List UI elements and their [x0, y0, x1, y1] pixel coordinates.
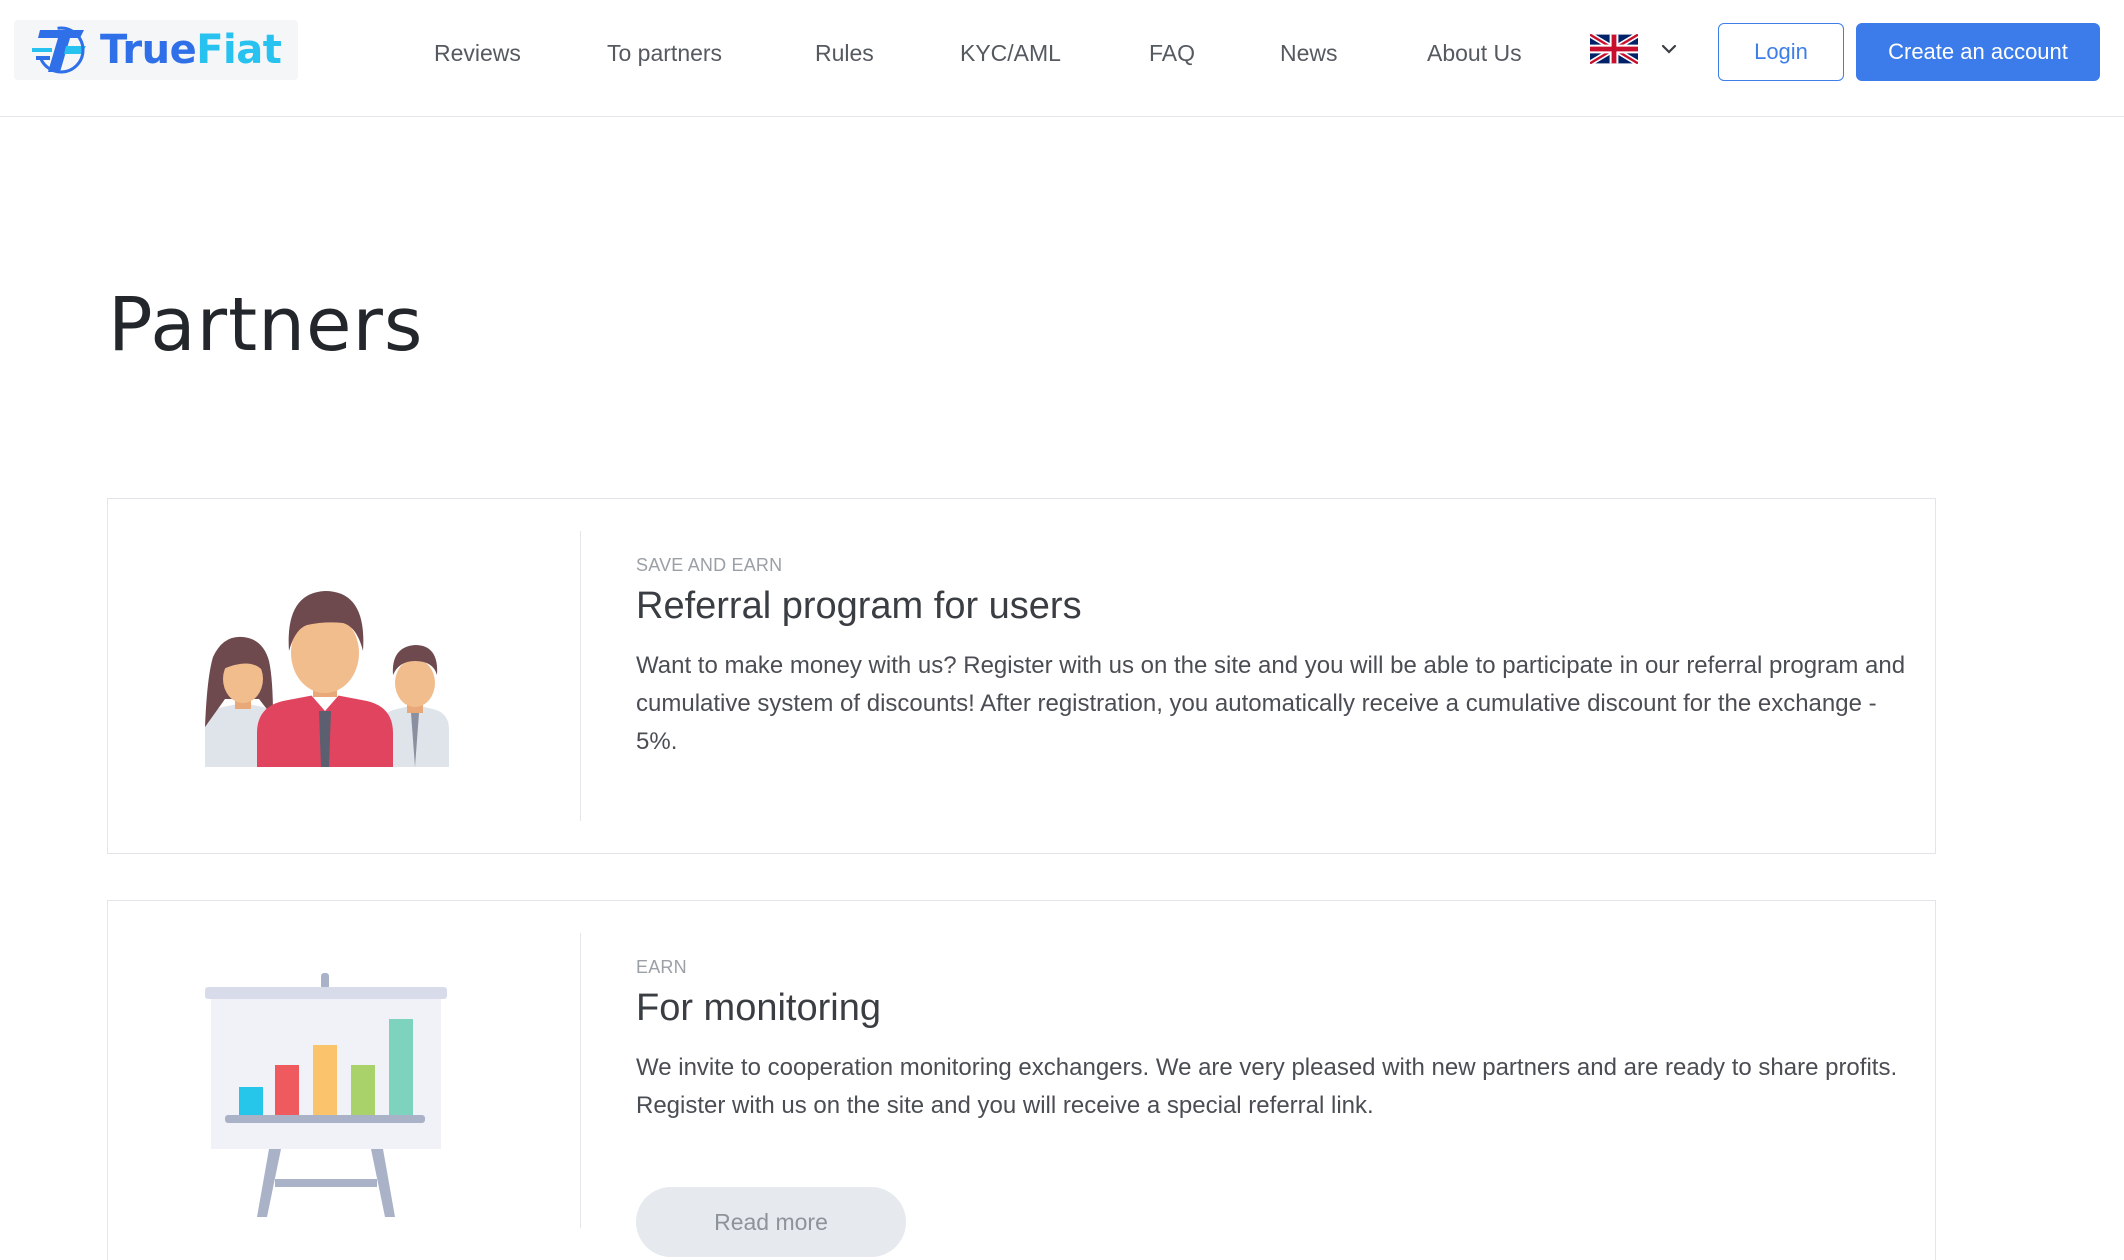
card-title: For monitoring	[636, 987, 881, 1029]
card-divider	[580, 531, 581, 821]
brand-name: TrueFiat	[100, 27, 282, 73]
people-group-icon	[205, 591, 449, 767]
card-description: We invite to cooperation monitoring exch…	[636, 1054, 1898, 1119]
truefiat-logo-icon	[32, 26, 86, 74]
site-header: TrueFiat Reviews To partners Rules KYC/A…	[0, 0, 2124, 117]
card-title: Referral program for users	[636, 585, 1082, 627]
presentation-chart-icon	[205, 973, 447, 1217]
nav-item-to-partners[interactable]: To partners	[607, 34, 722, 72]
card-kicker: EARN	[636, 957, 687, 977]
language-selector[interactable]	[1588, 32, 1680, 72]
partner-card-referral: SAVE AND EARN Referral program for users…	[107, 498, 1936, 854]
page-title: Partners	[108, 282, 424, 368]
brand-name-part1: True	[100, 27, 197, 73]
nav-item-kyc-aml[interactable]: KYC/AML	[960, 34, 1061, 72]
brand-name-part2: Fiat	[196, 27, 282, 73]
read-more-button[interactable]: Read more	[636, 1187, 906, 1257]
chevron-down-icon	[1661, 44, 1677, 54]
create-account-button[interactable]: Create an account	[1856, 23, 2100, 81]
partner-card-monitoring: EARN For monitoring We invite to coopera…	[107, 900, 1936, 1260]
nav-item-about-us[interactable]: About Us	[1427, 34, 1522, 72]
nav-item-faq[interactable]: FAQ	[1149, 34, 1195, 72]
nav-item-rules[interactable]: Rules	[815, 34, 874, 72]
nav-item-news[interactable]: News	[1280, 34, 1338, 72]
site-logo[interactable]: TrueFiat	[14, 20, 298, 80]
nav-item-reviews[interactable]: Reviews	[434, 34, 521, 72]
login-button[interactable]: Login	[1718, 23, 1844, 81]
uk-flag-icon	[1588, 32, 1640, 66]
card-divider	[580, 933, 581, 1228]
card-kicker: SAVE AND EARN	[636, 555, 783, 575]
card-description: Want to make money with us? Register wit…	[636, 652, 1906, 755]
